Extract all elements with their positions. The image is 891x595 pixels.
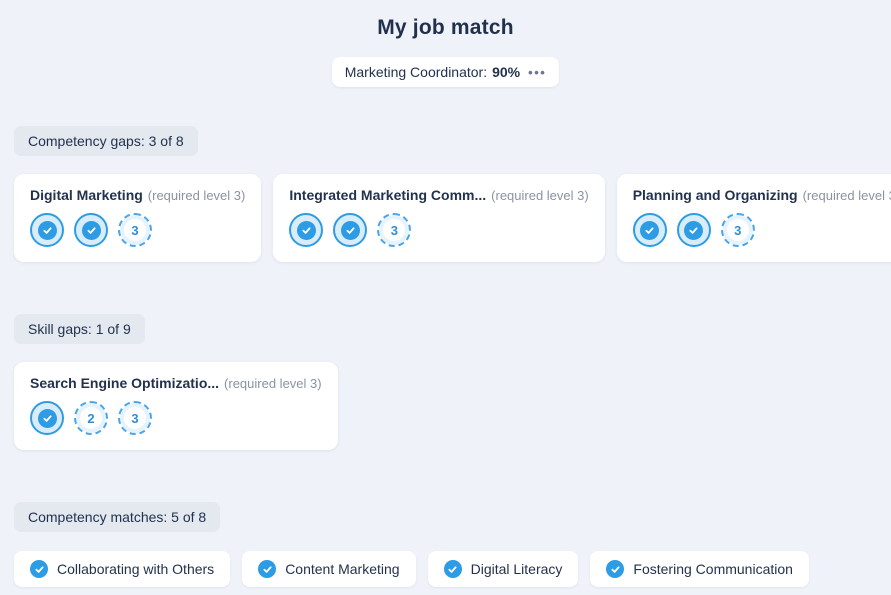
card-title: Search Engine Optimizatio... <box>30 375 219 391</box>
section-competency-matches: Competency matches: 5 of 8 Collaborating … <box>14 502 877 587</box>
gap-card[interactable]: Integrated Marketing Comm... (required le… <box>273 174 604 262</box>
job-match-percent: 90% <box>492 64 520 80</box>
match-pill[interactable]: Collaborating with Others <box>14 551 230 587</box>
match-pill[interactable]: Fostering Communication <box>590 551 809 587</box>
gap-level-dashed-circle-icon: 2 <box>74 401 108 435</box>
check-icon <box>684 221 703 240</box>
level-indicators: 3 <box>633 213 891 247</box>
check-icon <box>38 409 57 428</box>
check-circle-icon <box>258 560 276 578</box>
required-level-label: (required level 3) <box>803 188 891 203</box>
section-label-skill-gaps: Skill gaps: 1 of 9 <box>14 314 145 344</box>
achieved-level-check-circle-icon <box>74 213 108 247</box>
check-circle-icon <box>606 560 624 578</box>
match-pill[interactable]: Content Marketing <box>242 551 415 587</box>
ellipsis-menu-icon[interactable]: ••• <box>528 66 546 79</box>
gap-card[interactable]: Digital Marketing (required level 3) 3 <box>14 174 261 262</box>
sections-container: Competency gaps: 3 of 8 Digital Marketing… <box>14 126 877 587</box>
achieved-level-check-circle-icon <box>333 213 367 247</box>
check-icon <box>640 221 659 240</box>
card-title: Integrated Marketing Comm... <box>289 187 486 203</box>
section-label-competency-matches: Competency matches: 5 of 8 <box>14 502 220 532</box>
match-pill[interactable]: Digital Literacy <box>428 551 579 587</box>
job-match-pill[interactable]: Marketing Coordinator: 90% ••• <box>332 57 560 87</box>
gap-level-dashed-circle-icon: 3 <box>721 213 755 247</box>
card-title-row: Search Engine Optimizatio... (required le… <box>30 375 322 391</box>
section-competency-gaps: Competency gaps: 3 of 8 Digital Marketing… <box>14 126 877 262</box>
check-circle-icon <box>444 560 462 578</box>
card-row: Search Engine Optimizatio... (required le… <box>14 362 877 450</box>
job-name-label: Marketing Coordinator: <box>345 64 487 80</box>
gap-level-dashed-circle-icon: 3 <box>118 401 152 435</box>
check-icon <box>297 221 316 240</box>
achieved-level-check-circle-icon <box>677 213 711 247</box>
card-title-row: Digital Marketing (required level 3) <box>30 187 245 203</box>
achieved-level-check-circle-icon <box>30 213 64 247</box>
achieved-level-check-circle-icon <box>289 213 323 247</box>
section-skill-gaps: Skill gaps: 1 of 9 Search Engine Optimiza… <box>14 314 877 450</box>
match-pill-row: Collaborating with Others Content Marketi… <box>14 551 877 587</box>
card-title-row: Planning and Organizing (required level 3… <box>633 187 891 203</box>
level-indicators: 3 <box>30 213 245 247</box>
match-label: Content Marketing <box>285 561 399 577</box>
check-icon <box>341 221 360 240</box>
achieved-level-check-circle-icon <box>30 401 64 435</box>
card-title: Planning and Organizing <box>633 187 798 203</box>
required-level-label: (required level 3) <box>224 376 322 391</box>
section-label-competency-gaps: Competency gaps: 3 of 8 <box>14 126 198 156</box>
required-level-label: (required level 3) <box>148 188 246 203</box>
gap-level-dashed-circle-icon: 3 <box>377 213 411 247</box>
card-title: Digital Marketing <box>30 187 143 203</box>
card-title-row: Integrated Marketing Comm... (required le… <box>289 187 588 203</box>
check-icon <box>82 221 101 240</box>
job-match-page: My job match Marketing Coordinator: 90% … <box>0 0 891 587</box>
card-row: Digital Marketing (required level 3) 3 Inte… <box>14 174 877 262</box>
achieved-level-check-circle-icon <box>633 213 667 247</box>
level-indicators: 23 <box>30 401 322 435</box>
level-indicators: 3 <box>289 213 588 247</box>
gap-card[interactable]: Planning and Organizing (required level 3… <box>617 174 891 262</box>
check-circle-icon <box>30 560 48 578</box>
gap-card[interactable]: Search Engine Optimizatio... (required le… <box>14 362 338 450</box>
gap-level-dashed-circle-icon: 3 <box>118 213 152 247</box>
match-label: Digital Literacy <box>471 561 563 577</box>
required-level-label: (required level 3) <box>491 188 589 203</box>
check-icon <box>38 221 57 240</box>
match-label: Collaborating with Others <box>57 561 214 577</box>
match-label: Fostering Communication <box>633 561 793 577</box>
page-title: My job match <box>14 0 877 40</box>
